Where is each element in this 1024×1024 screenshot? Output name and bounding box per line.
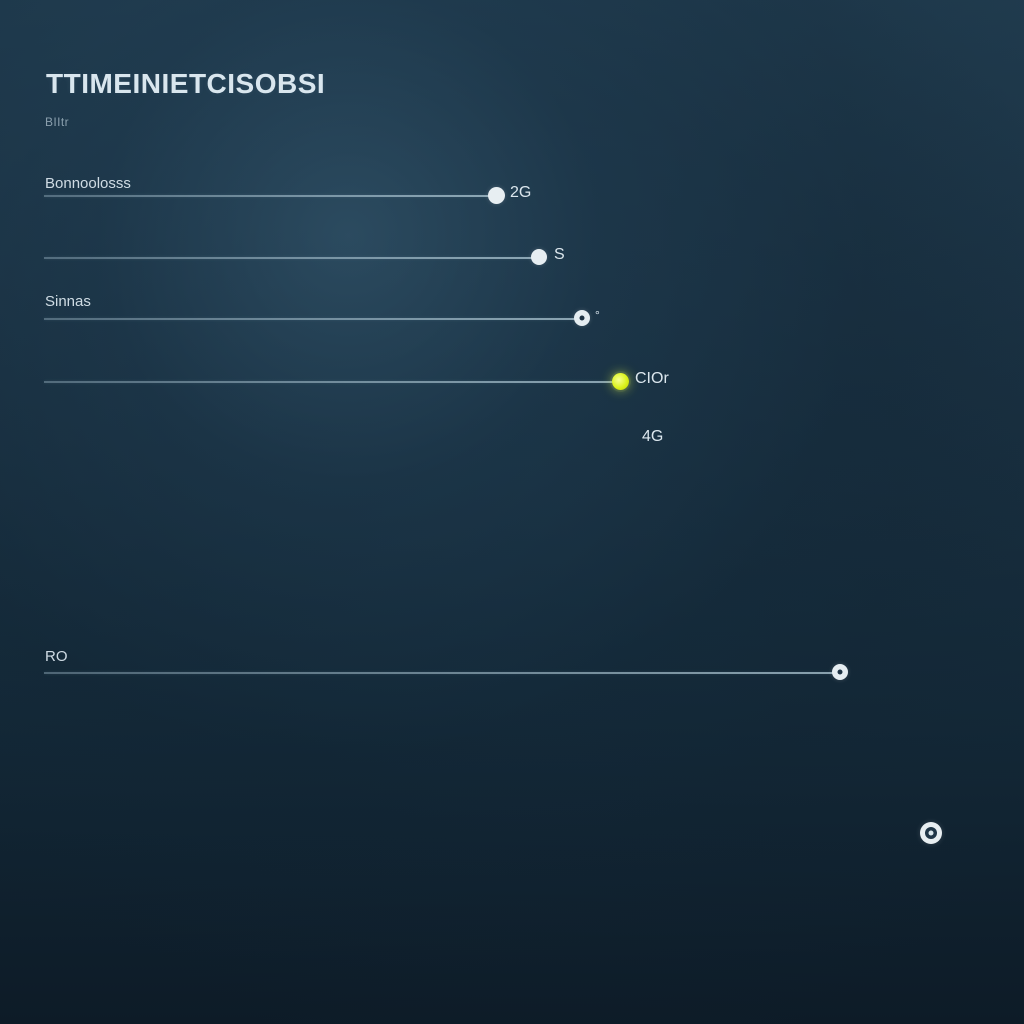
slider-track-5[interactable] [44, 672, 840, 674]
app-subtitle: BIItr [45, 115, 70, 129]
slider-handle-3[interactable] [574, 310, 590, 326]
slider-label-3: Sinnas [45, 293, 91, 310]
slider-label-1: Bonnoolosss [45, 175, 131, 192]
app-title: TTIMEINIETCISOBSI [46, 68, 326, 99]
slider-label-5: RO [45, 648, 68, 665]
slider-track-3[interactable] [44, 318, 582, 320]
slider-value-2: S [554, 246, 565, 263]
slider-handle-1[interactable] [488, 187, 505, 204]
slider-track-1[interactable] [44, 195, 496, 197]
settings-dial-icon[interactable] [920, 822, 942, 844]
slider-value-1: 2G [510, 184, 532, 201]
slider-handle-5[interactable] [832, 664, 848, 680]
floating-value: 4G [642, 428, 664, 445]
slider-value-3: ° [595, 308, 600, 322]
slider-handle-4[interactable] [612, 373, 629, 390]
slider-track-4[interactable] [44, 381, 621, 383]
slider-handle-2[interactable] [531, 249, 547, 265]
slider-value-4: CIOr [635, 370, 669, 387]
slider-track-2[interactable] [44, 257, 539, 259]
